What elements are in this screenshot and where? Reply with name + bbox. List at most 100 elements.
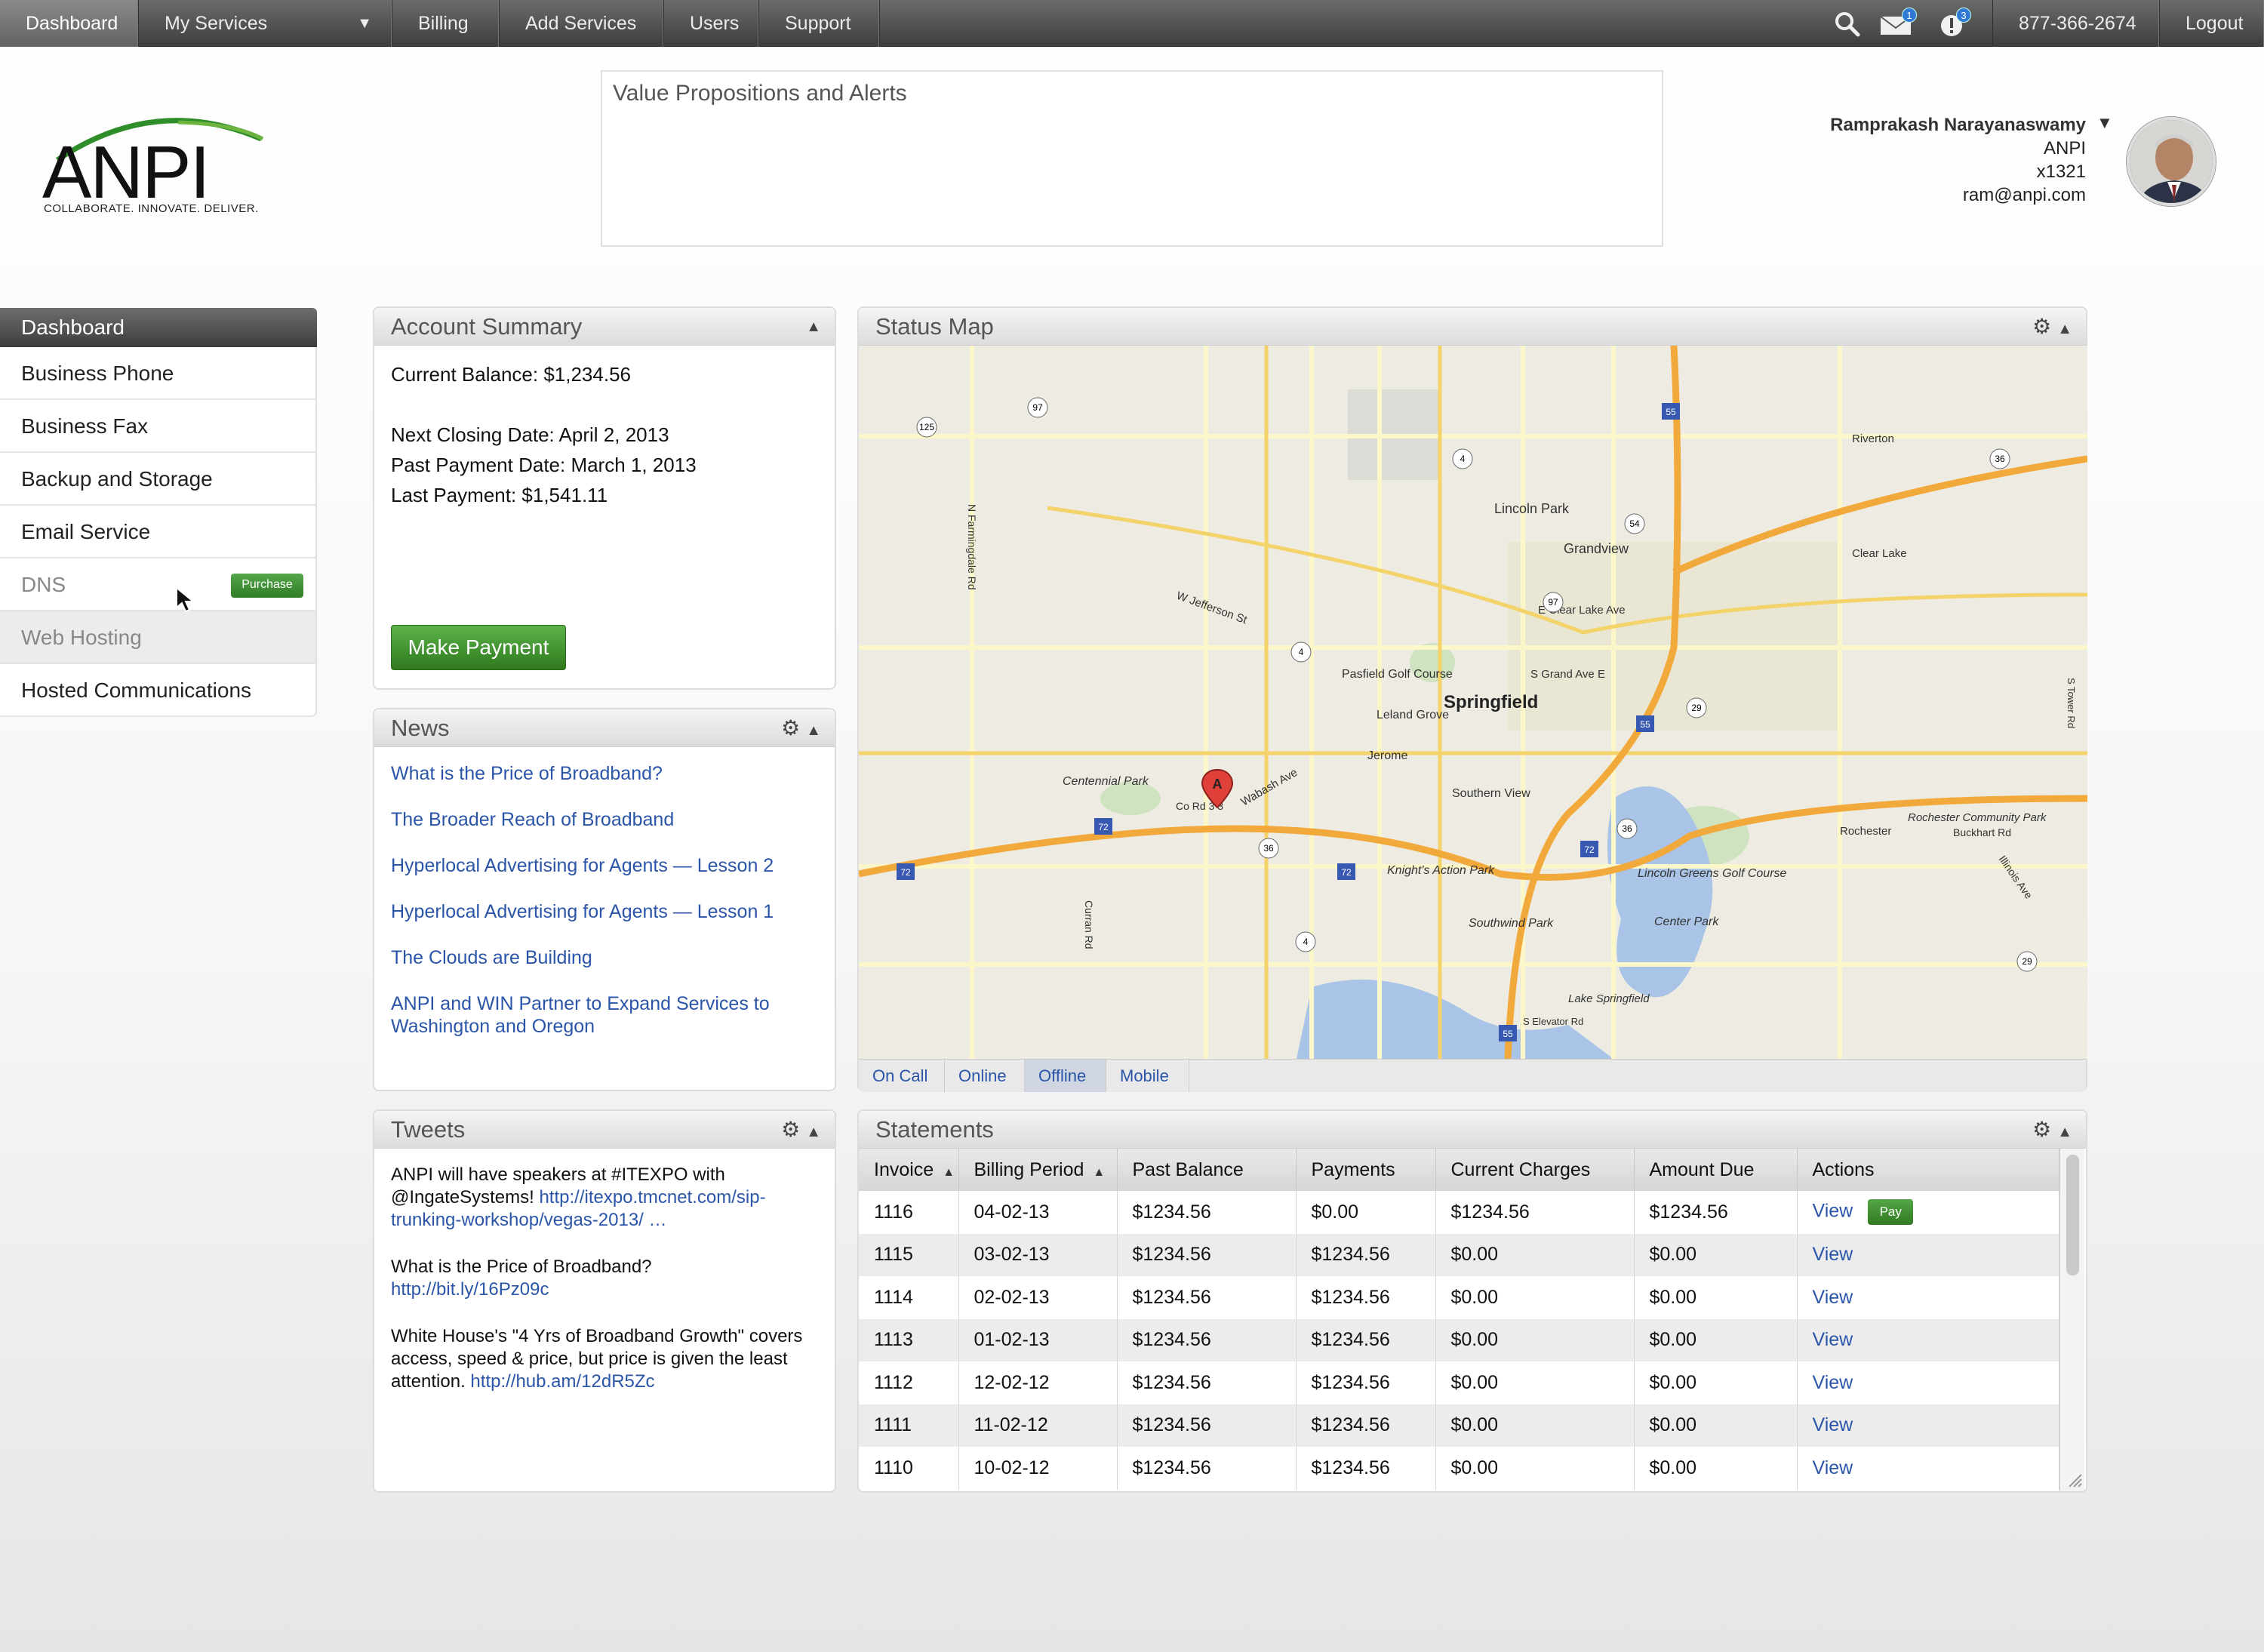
account-summary-header: Account Summary ▲ [374, 308, 835, 346]
tab-on-call[interactable]: On Call [859, 1060, 945, 1092]
purchase-button[interactable]: Purchase [231, 574, 303, 598]
table-row: 1116 04-02-13 $1234.56 $0.00 $1234.56 $1234.5… [859, 1191, 2059, 1234]
tab-offline[interactable]: Offline [1025, 1060, 1106, 1092]
past-payment-date: Past Payment Date: March 1, 2013 [391, 454, 697, 476]
avatar[interactable] [2127, 117, 2216, 206]
pay-button[interactable]: Pay [1868, 1199, 1914, 1226]
make-payment-button[interactable]: Make Payment [391, 625, 566, 670]
collapse-icon[interactable]: ▲ [2057, 1124, 2072, 1140]
nav-add-services[interactable]: Add Services [500, 0, 664, 47]
cell-payments: $1234.56 [1296, 1276, 1436, 1319]
nav-billing[interactable]: Billing [392, 0, 500, 47]
city-label: Springfield [1444, 692, 1538, 712]
svg-text:29: 29 [2022, 956, 2032, 967]
next-closing-date: Next Closing Date: April 2, 2013 [391, 423, 669, 446]
nav-support[interactable]: Support [759, 0, 880, 47]
sidebar-item-label: Business Phone [21, 361, 174, 385]
road-label: S Tower Rd [2066, 678, 2077, 728]
column-header-billing-period[interactable]: Billing Period ▲ [958, 1149, 1118, 1191]
column-header-current-charges[interactable]: Current Charges [1435, 1149, 1635, 1191]
panel-controls: ⚙ ▲ [781, 1111, 821, 1149]
column-header-invoice[interactable]: Invoice ▲ [859, 1149, 959, 1191]
tab-online[interactable]: Online [945, 1060, 1025, 1092]
cell-actions: View [1797, 1276, 2059, 1319]
statements-table: Invoice ▲ Billing Period ▲ Past Balance Pa… [859, 1149, 2059, 1490]
panel-controls: ⚙ ▲ [2032, 1111, 2072, 1149]
sidebar-item-business-phone[interactable]: Business Phone [0, 347, 317, 400]
tweet-link[interactable]: http://bit.ly/16Pz09c [391, 1279, 549, 1300]
collapse-icon[interactable]: ▲ [806, 722, 821, 739]
view-link[interactable]: View [1813, 1414, 1853, 1435]
sidebar-item-dns[interactable]: DNS Purchase [0, 558, 317, 611]
logout-link[interactable]: Logout [2160, 0, 2264, 47]
nav-my-services[interactable]: My Services ▼ [139, 0, 392, 47]
news-item[interactable]: Hyperlocal Advertising for Agents — Less… [391, 900, 814, 923]
gear-icon[interactable]: ⚙ [2032, 315, 2051, 338]
cell-amount-due: $0.00 [1634, 1361, 1798, 1404]
alert-count-badge: 3 [1956, 8, 1971, 23]
map-label: Pasfield Golf Course [1342, 668, 1453, 681]
map-label: Rochester [1840, 825, 1891, 838]
collapse-icon[interactable]: ▲ [2057, 321, 2072, 337]
sidebar-item-label: Email Service [21, 520, 151, 543]
alerts-button[interactable]: 3 [1938, 8, 1976, 39]
tweet: What is the Price of Broadband? http://bi… [391, 1256, 825, 1301]
view-link[interactable]: View [1813, 1244, 1853, 1265]
statements-scrollbar[interactable] [2059, 1149, 2084, 1491]
column-header-payments[interactable]: Payments [1296, 1149, 1436, 1191]
statements-body: 1116 04-02-13 $1234.56 $0.00 $1234.56 $1234.5… [859, 1191, 2059, 1490]
mail-button[interactable]: 1 [1879, 8, 1917, 39]
highway-shield: 72 [1580, 841, 1598, 857]
tweet-link[interactable]: http://hub.am/12dR5Zc [470, 1371, 654, 1392]
view-link[interactable]: View [1813, 1329, 1853, 1350]
sidebar-item-email-service[interactable]: Email Service [0, 506, 317, 558]
column-header-past-balance[interactable]: Past Balance [1117, 1149, 1297, 1191]
sidebar-item-business-fax[interactable]: Business Fax [0, 400, 317, 453]
map-canvas[interactable]: Riverton Lincoln Park Grandview Clear La… [859, 346, 2087, 1059]
table-row: 1114 02-02-13 $1234.56 $1234.56 $0.00 $0.00 Vi… [859, 1276, 2059, 1319]
sidebar-item-web-hosting[interactable]: Web Hosting [0, 611, 317, 664]
support-phone[interactable]: 877-366-2674 [1992, 0, 2160, 47]
sidebar-item-label: DNS [21, 573, 66, 596]
mouse-cursor-icon [176, 586, 195, 613]
panel-title: Account Summary [391, 313, 583, 340]
svg-text:54: 54 [1629, 518, 1640, 529]
sidebar-item-hosted-communications[interactable]: Hosted Communications [0, 664, 317, 717]
sidebar-title[interactable]: Dashboard [0, 308, 317, 347]
panel-title: Tweets [391, 1116, 466, 1143]
news-list: What is the Price of Broadband? The Broa… [391, 762, 814, 1061]
user-info[interactable]: Ramprakash Narayanaswamy ANPI x1321 ram@… [1830, 113, 2086, 207]
gear-icon[interactable]: ⚙ [2032, 1118, 2051, 1141]
scrollbar-thumb[interactable] [2066, 1155, 2079, 1275]
news-item[interactable]: The Broader Reach of Broadband [391, 808, 814, 831]
cell-invoice: 1111 [859, 1404, 959, 1447]
news-item[interactable]: ANPI and WIN Partner to Expand Services … [391, 992, 814, 1038]
nav-dashboard[interactable]: Dashboard [0, 0, 139, 47]
news-item[interactable]: What is the Price of Broadband? [391, 762, 814, 785]
cell-billing-period: 01-02-13 [958, 1318, 1118, 1361]
user-extension: x1321 [2036, 162, 2086, 182]
cell-amount-due: $0.00 [1634, 1233, 1798, 1276]
gear-icon[interactable]: ⚙ [781, 716, 800, 740]
nav-users[interactable]: Users [664, 0, 759, 47]
user-menu-caret-icon[interactable]: ▼ [2096, 113, 2113, 133]
gear-icon[interactable]: ⚙ [781, 1118, 800, 1141]
status-map[interactable]: Riverton Lincoln Park Grandview Clear La… [859, 346, 2087, 1059]
news-item[interactable]: The Clouds are Building [391, 946, 814, 969]
sidebar-item-backup-storage[interactable]: Backup and Storage [0, 453, 317, 506]
tab-mobile[interactable]: Mobile [1106, 1060, 1189, 1092]
table-header-row: Invoice ▲ Billing Period ▲ Past Balance Pa… [859, 1149, 2059, 1191]
cell-past-balance: $1234.56 [1117, 1191, 1297, 1234]
resize-handle-icon[interactable] [2066, 1472, 2083, 1488]
collapse-icon[interactable]: ▲ [806, 308, 821, 346]
column-header-label: Invoice [874, 1158, 934, 1180]
collapse-icon[interactable]: ▲ [806, 1124, 821, 1140]
view-link[interactable]: View [1813, 1201, 1853, 1222]
column-header-amount-due[interactable]: Amount Due [1634, 1149, 1798, 1191]
view-link[interactable]: View [1813, 1287, 1853, 1308]
view-link[interactable]: View [1813, 1457, 1853, 1478]
view-link[interactable]: View [1813, 1372, 1853, 1393]
news-item[interactable]: Hyperlocal Advertising for Agents — Less… [391, 854, 814, 877]
svg-text:29: 29 [1691, 703, 1702, 713]
search-icon[interactable] [1832, 9, 1863, 39]
